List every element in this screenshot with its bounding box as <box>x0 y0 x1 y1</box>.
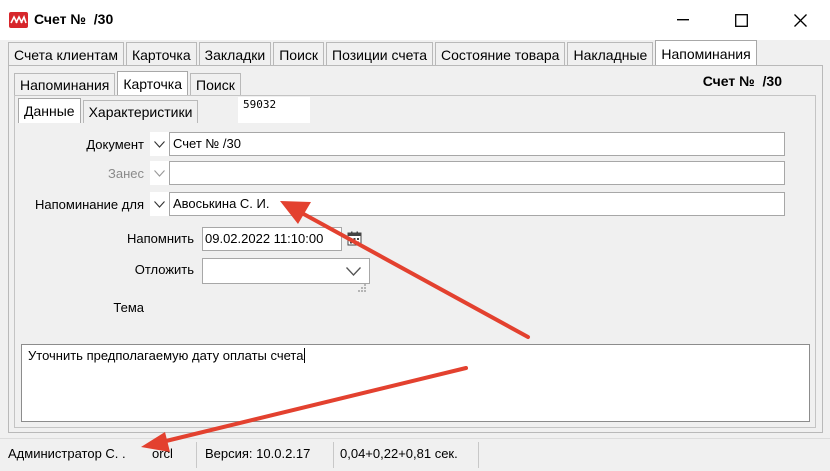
tab-invoice-items[interactable]: Позиции счета <box>326 42 434 66</box>
chevron-down-icon <box>154 200 165 208</box>
innertab-data[interactable]: Данные <box>18 98 81 123</box>
remind-at-field[interactable]: 09.02.2022 11:10:00 <box>202 227 342 251</box>
status-user: Администратор С. . <box>8 446 126 461</box>
subject-label: Тема <box>113 300 144 315</box>
maximize-button[interactable] <box>718 0 764 40</box>
document-id: 59032 <box>243 98 277 111</box>
minimize-button[interactable] <box>660 0 706 40</box>
status-version: Версия: 10.0.2.17 <box>205 446 311 461</box>
close-button[interactable] <box>777 0 823 40</box>
postpone-dropdown[interactable] <box>202 258 370 284</box>
remind-at-label: Напомнить <box>127 231 194 246</box>
tab-search[interactable]: Поиск <box>273 42 325 66</box>
minimize-icon <box>677 19 689 21</box>
status-separator <box>478 442 479 468</box>
chevron-down-icon <box>346 267 361 276</box>
remind-for-field[interactable]: Авоськина С. И. <box>169 192 785 216</box>
app-logo-icon <box>9 12 28 28</box>
window-title: Счет № /30 <box>34 11 114 27</box>
chevron-down-icon <box>154 169 165 177</box>
postpone-label: Отложить <box>134 262 194 277</box>
maximize-icon <box>734 13 748 27</box>
calendar-icon[interactable] <box>347 231 362 246</box>
chevron-down-icon <box>154 140 165 148</box>
main-tab-row: Счета клиентам Карточка Закладки Поиск П… <box>8 40 759 66</box>
innertab-characteristics[interactable]: Характеристики <box>82 100 199 123</box>
tab-invoices[interactable]: Счета клиентам <box>8 42 124 66</box>
tab-waybills[interactable]: Накладные <box>567 42 654 66</box>
document-header-title: Счет № /30 <box>702 73 782 89</box>
status-separator <box>333 442 334 468</box>
document-field[interactable]: Счет № /30 <box>169 132 785 156</box>
text-caret <box>304 348 306 363</box>
document-label: Документ <box>86 137 144 152</box>
close-icon <box>793 13 807 27</box>
remind-for-label: Напоминание для <box>35 197 144 212</box>
document-dropdown-button[interactable] <box>150 132 169 156</box>
reminder-text-area[interactable]: Уточнить предполагаемую дату оплаты счет… <box>21 344 810 422</box>
title-bar: Счет № /30 <box>0 0 830 40</box>
tab-card[interactable]: Карточка <box>125 42 197 66</box>
entered-by-dropdown-button[interactable] <box>150 161 169 185</box>
sub-tab-row: Напоминания Карточка Поиск <box>14 71 243 96</box>
subtab-card[interactable]: Карточка <box>117 71 189 96</box>
status-timing: 0,04+0,22+0,81 сек. <box>340 446 458 461</box>
tab-reminders[interactable]: Напоминания <box>655 40 757 66</box>
entered-by-label: Занес <box>108 166 144 181</box>
remind-for-dropdown-button[interactable] <box>150 192 169 216</box>
status-bar: Администратор С. . orcl Версия: 10.0.2.1… <box>0 438 830 471</box>
inner-tab-row: Данные Характеристики <box>18 98 200 123</box>
resize-grip-icon <box>358 284 366 292</box>
subtab-reminders[interactable]: Напоминания <box>14 73 116 96</box>
subtab-search[interactable]: Поиск <box>190 73 241 96</box>
status-separator <box>196 442 197 468</box>
status-database: orcl <box>152 446 173 461</box>
tab-bookmarks[interactable]: Закладки <box>198 42 272 66</box>
reminder-text: Уточнить предполагаемую дату оплаты счет… <box>28 348 304 363</box>
entered-by-field[interactable] <box>169 161 785 185</box>
tab-goods-state[interactable]: Состояние товара <box>435 42 566 66</box>
